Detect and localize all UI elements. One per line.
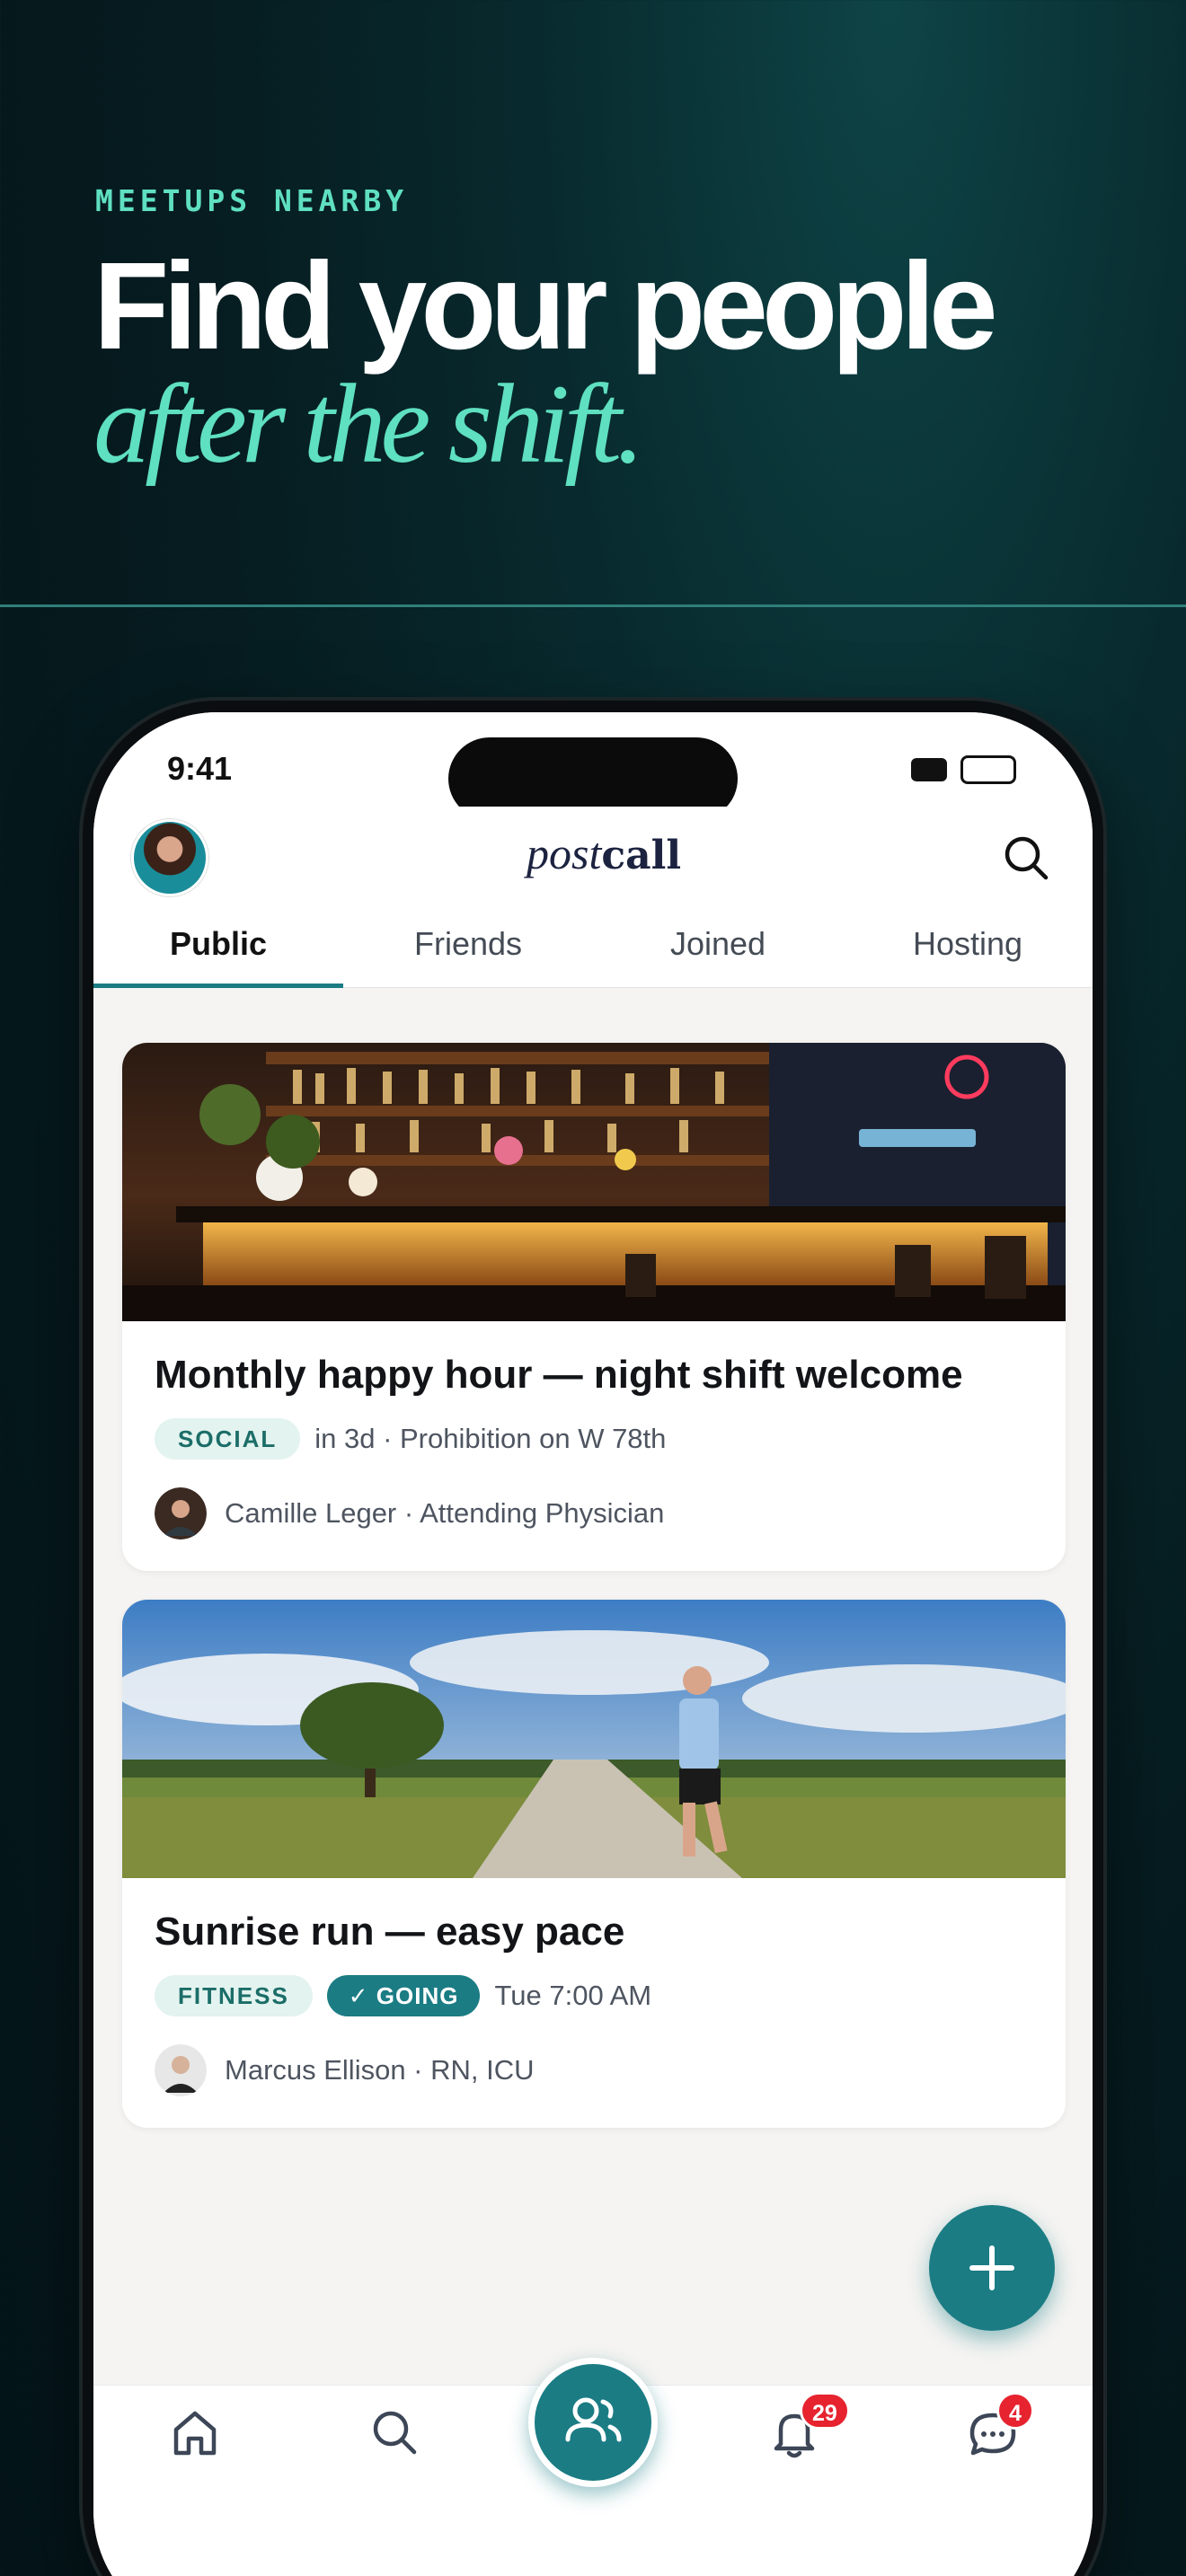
signal-icon	[911, 758, 947, 781]
hero-eyebrow: MEETUPS NEARBY	[95, 183, 409, 218]
battery-icon	[960, 755, 1016, 784]
hero-subline: after the shift.	[93, 362, 644, 487]
event-when: Tue 7:00 AM	[494, 1980, 652, 2011]
notifications-badge: 29	[800, 2392, 850, 2430]
bar-interior-photo	[122, 1043, 1066, 1321]
tab-hosting[interactable]: Hosting	[843, 905, 1093, 988]
event-title: Monthly happy hour — night shift welcome	[155, 1353, 963, 1397]
event-meta: SOCIAL in 3d · Prohibition on W 78th	[155, 1417, 666, 1460]
phone-screen: 9:41 postcall Public Friends Joined Host…	[93, 712, 1093, 2576]
search-icon[interactable]	[363, 2401, 426, 2464]
event-meta: FITNESS ✓ GOING Tue 7:00 AM	[155, 1974, 651, 2017]
tab-joined[interactable]: Joined	[593, 905, 843, 988]
going-badge: ✓ GOING	[326, 1975, 481, 2016]
event-host[interactable]: Marcus Ellison · RN, ICU	[155, 2044, 535, 2096]
runner-on-trail-photo	[122, 1600, 1066, 1878]
tab-public[interactable]: Public	[93, 905, 343, 988]
host-avatar	[155, 1487, 207, 1539]
people-nav-button[interactable]	[528, 2358, 658, 2487]
plus-icon	[969, 2245, 1014, 2290]
profile-avatar[interactable]	[131, 819, 208, 896]
event-title: Sunrise run — easy pace	[155, 1910, 625, 1954]
event-card[interactable]: Monthly happy hour — night shift welcome…	[122, 1043, 1066, 1571]
category-badge: SOCIAL	[155, 1418, 301, 1460]
event-card[interactable]: Sunrise run — easy pace FITNESS ✓ GOING …	[122, 1600, 1066, 2128]
host-avatar	[155, 2044, 207, 2096]
host-name: Camille Leger · Attending Physician	[225, 1497, 665, 1529]
logo-call: call	[601, 833, 682, 878]
messages-badge: 4	[996, 2392, 1034, 2430]
people-icon	[565, 2397, 622, 2442]
home-icon[interactable]	[164, 2401, 226, 2464]
logo-post: post	[527, 828, 602, 878]
tab-friends[interactable]: Friends	[343, 905, 593, 988]
event-when-where: in 3d · Prohibition on W 78th	[314, 1423, 667, 1454]
app-logo: postcall	[527, 827, 681, 879]
status-time: 9:41	[167, 750, 233, 787]
hero-divider	[0, 604, 1186, 607]
event-host[interactable]: Camille Leger · Attending Physician	[155, 1487, 664, 1539]
search-icon[interactable]	[1001, 833, 1051, 883]
create-event-button[interactable]	[929, 2205, 1055, 2331]
tab-bar: Public Friends Joined Hosting	[93, 905, 1093, 988]
category-badge: FITNESS	[155, 1975, 313, 2016]
host-name: Marcus Ellison · RN, ICU	[225, 2054, 535, 2086]
hero-headline: Find your people	[93, 237, 998, 375]
